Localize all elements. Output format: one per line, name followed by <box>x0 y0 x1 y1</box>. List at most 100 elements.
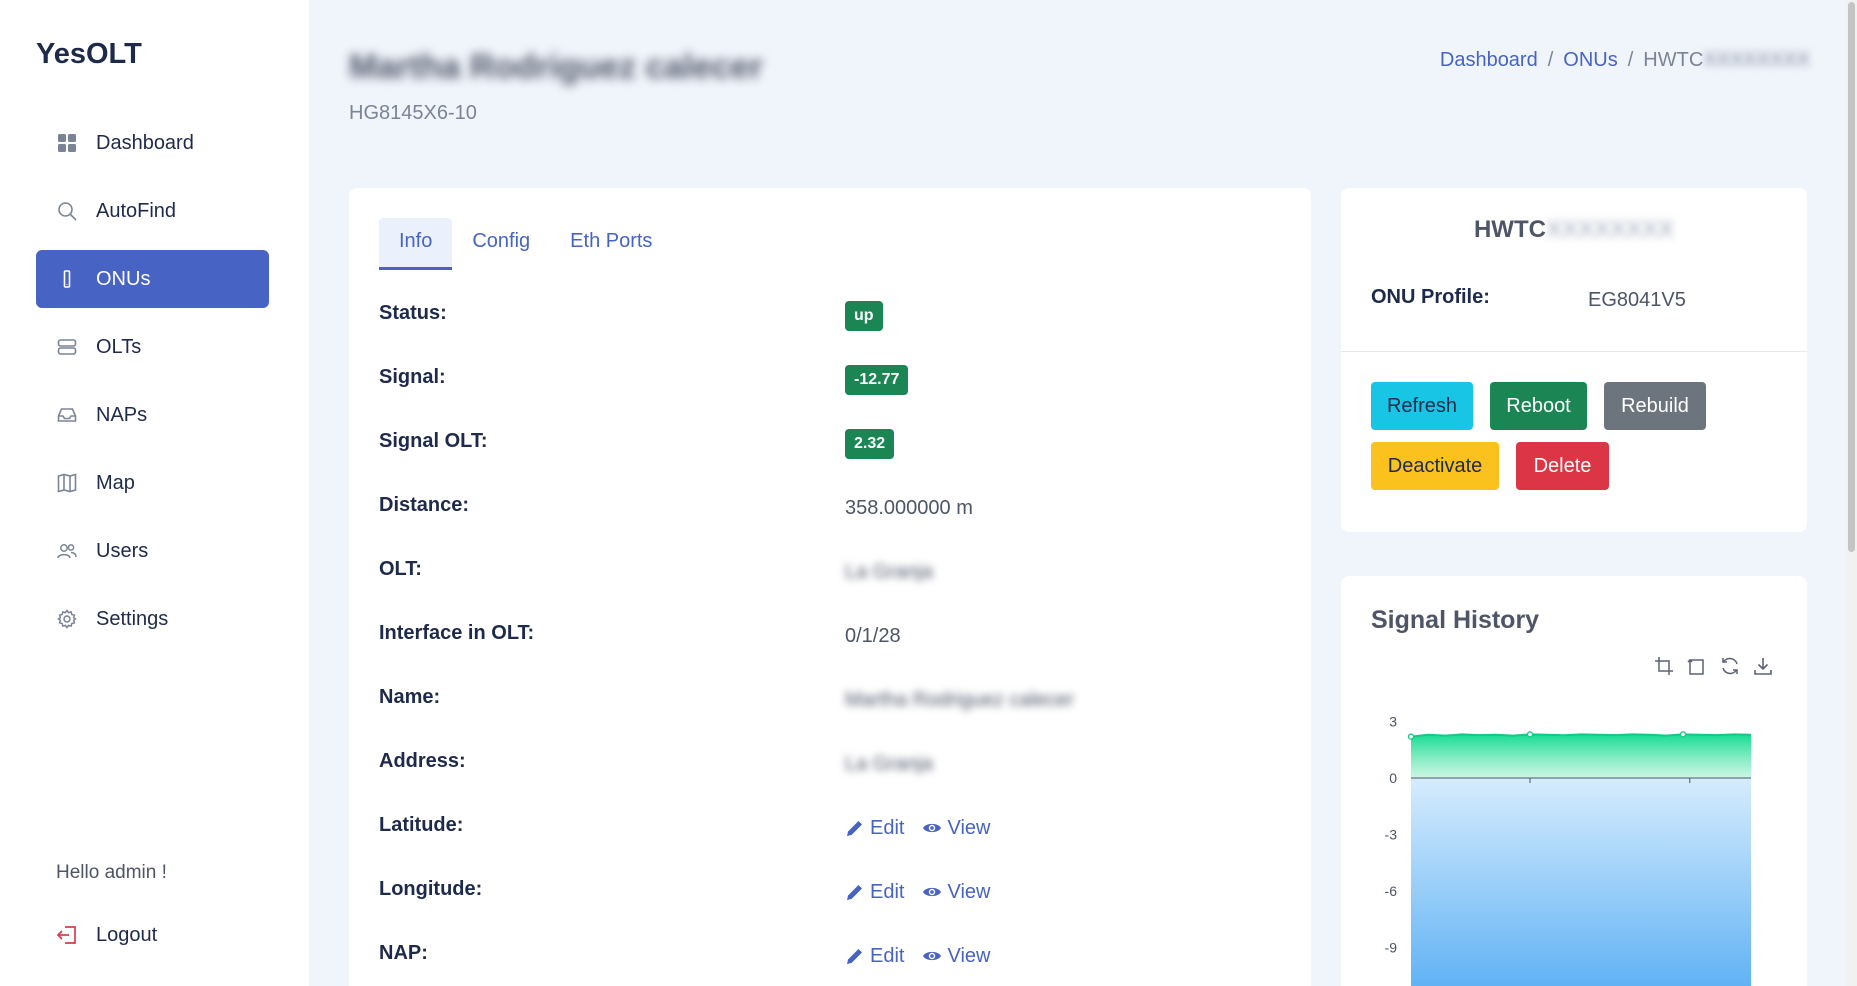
edit-label: Edit <box>870 944 905 967</box>
delete-button[interactable]: Delete <box>1516 442 1609 490</box>
dashboard-icon <box>56 132 78 154</box>
sidebar-item-map[interactable]: Map <box>36 454 269 512</box>
sidebar-item-users[interactable]: Users <box>36 522 269 580</box>
chart-area-signal <box>1411 778 1751 986</box>
sidebar-item-label: Dashboard <box>96 131 194 154</box>
pencil-icon <box>847 885 862 900</box>
tab-info[interactable]: Info <box>379 218 453 270</box>
logout-label: Logout <box>96 924 158 946</box>
status-label: Status: <box>379 302 447 324</box>
info-row-address: Address: La Granja <box>379 746 1279 810</box>
name-value: Martha Rodriguez calecer <box>845 688 1074 711</box>
breadcrumb: Dashboard / ONUs / HWTC XXXXXXXX <box>1440 49 1810 72</box>
tab-bar: Info Config Eth Ports <box>379 218 672 270</box>
sidebar-item-label: AutoFind <box>96 199 177 222</box>
logout-button[interactable]: Logout <box>56 924 157 947</box>
info-row-interface: Interface in OLT: 0/1/28 <box>379 618 1279 682</box>
sidebar-nav: Dashboard AutoFind ONUs OLTs NAPs Map Us… <box>36 114 269 658</box>
users-icon <box>56 540 78 562</box>
breadcrumb-onus[interactable]: ONUs <box>1563 49 1617 72</box>
info-row-status: Status: up <box>379 298 1279 362</box>
serial-redacted: XXXXXXXX <box>1545 216 1675 243</box>
eye-icon <box>923 887 942 897</box>
latitude-edit-link[interactable]: Edit <box>845 817 904 840</box>
signal-history-chart: 3 0 -3 -6 -9 <box>1385 714 1752 986</box>
breadcrumb-redacted: XXXXXXXX <box>1703 49 1810 71</box>
interface-label: Interface in OLT: <box>379 622 535 644</box>
sidebar-item-olts[interactable]: OLTs <box>36 318 269 376</box>
deactivate-button[interactable]: Deactivate <box>1371 442 1499 490</box>
device-actions-card: HWTCXXXXXXXX ONU Profile: EG8041V5 Refre… <box>1341 188 1807 532</box>
info-row-name: Name: Martha Rodriguez calecer <box>379 682 1279 746</box>
greeting-text: Hello admin ! <box>56 862 167 883</box>
signal-badge: -12.77 <box>845 365 909 395</box>
signal-olt-badge: 2.32 <box>845 429 895 459</box>
info-row-signal: Signal: -12.77 <box>379 362 1279 426</box>
pencil-icon <box>847 821 862 836</box>
address-value: La Granja <box>845 752 933 775</box>
device-serial: HWTCXXXXXXXX <box>1341 216 1807 244</box>
info-row-longitude: Longitude: Edit View <box>379 874 1279 938</box>
sidebar-item-onus[interactable]: ONUs <box>36 250 269 308</box>
chart-area-signal-olt <box>1411 734 1751 779</box>
longitude-label: Longitude: <box>379 878 483 900</box>
breadcrumb-current: HWTC <box>1643 49 1704 71</box>
info-row-signal-olt: Signal OLT: 2.32 <box>379 426 1279 490</box>
eye-icon <box>923 823 942 833</box>
inbox-icon <box>56 404 78 426</box>
server-icon <box>56 336 78 358</box>
onu-profile-label: ONU Profile: <box>1371 286 1490 308</box>
sidebar-item-autofind[interactable]: AutoFind <box>36 182 269 240</box>
tab-config[interactable]: Config <box>452 218 550 270</box>
chart-y-tick-label: 3 <box>1389 714 1397 730</box>
distance-value: 358.000000 m <box>845 496 973 519</box>
tab-eth-ports[interactable]: Eth Ports <box>550 218 672 270</box>
brand-logo[interactable]: YesOLT <box>36 38 142 71</box>
reboot-button[interactable]: Reboot <box>1490 382 1587 430</box>
onu-icon <box>56 268 78 290</box>
longitude-edit-link[interactable]: Edit <box>845 881 904 904</box>
sidebar-item-label: OLTs <box>96 335 142 358</box>
sidebar-item-label: ONUs <box>96 267 151 290</box>
breadcrumb-dashboard[interactable]: Dashboard <box>1440 49 1538 72</box>
latitude-label: Latitude: <box>379 814 464 836</box>
card-divider <box>1341 351 1807 352</box>
info-row-distance: Distance: 358.000000 m <box>379 490 1279 554</box>
chart-y-tick-label: 0 <box>1389 770 1397 786</box>
chart-y-tick-label: -9 <box>1385 940 1398 956</box>
chart-y-tick-label: -6 <box>1385 883 1398 899</box>
chart-point <box>1526 731 1534 738</box>
search-icon <box>56 200 78 222</box>
refresh-button[interactable]: Refresh <box>1371 382 1473 430</box>
sidebar-item-label: Map <box>96 471 135 494</box>
latitude-view-link[interactable]: View <box>922 817 990 840</box>
name-label: Name: <box>379 686 441 708</box>
page-scrollbar[interactable] <box>1846 0 1857 986</box>
edit-label: Edit <box>870 816 905 839</box>
signal-label: Signal: <box>379 366 446 388</box>
address-label: Address: <box>379 750 466 772</box>
nap-view-link[interactable]: View <box>922 945 990 968</box>
onu-profile-value: EG8041V5 <box>1588 289 1686 311</box>
scrollbar-thumb[interactable] <box>1848 2 1855 552</box>
info-list: Status: up Signal: -12.77 Signal OLT: 2.… <box>379 298 1279 986</box>
sidebar-item-label: Users <box>96 539 149 562</box>
onu-info-card: Info Config Eth Ports Status: up Signal:… <box>349 188 1311 986</box>
sidebar-item-settings[interactable]: Settings <box>36 590 269 648</box>
sidebar: YesOLT Dashboard AutoFind ONUs OLTs NAPs… <box>0 0 309 986</box>
gear-icon <box>56 608 78 630</box>
breadcrumb-separator: / <box>1627 49 1634 71</box>
chart-point <box>1679 731 1687 738</box>
longitude-view-link[interactable]: View <box>922 881 990 904</box>
sidebar-item-naps[interactable]: NAPs <box>36 386 269 444</box>
info-row-latitude: Latitude: Edit View <box>379 810 1279 874</box>
sidebar-item-label: Settings <box>96 607 169 630</box>
map-icon <box>56 472 78 494</box>
signal-olt-label: Signal OLT: <box>379 430 488 452</box>
info-row-olt: OLT: La Granja <box>379 554 1279 618</box>
info-row-nap: NAP: Edit View <box>379 938 1279 986</box>
rebuild-button[interactable]: Rebuild <box>1604 382 1706 430</box>
sidebar-item-dashboard[interactable]: Dashboard <box>36 114 269 172</box>
nap-edit-link[interactable]: Edit <box>845 945 904 968</box>
view-label: View <box>947 944 991 967</box>
